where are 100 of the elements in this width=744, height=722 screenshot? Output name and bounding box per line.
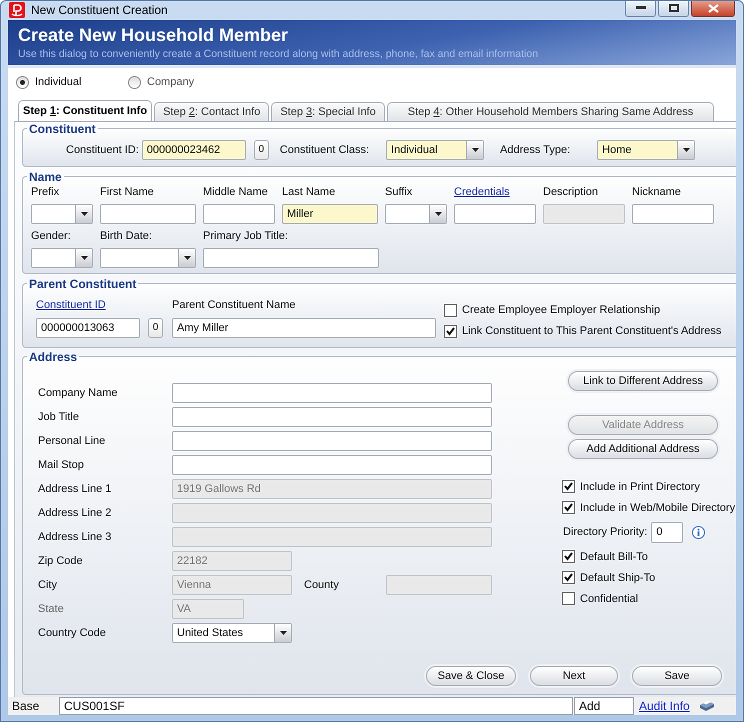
action-button[interactable]: Add Additional Address	[568, 438, 718, 458]
field-link[interactable]: Constituent ID	[36, 298, 140, 310]
field-label: Address Type:	[500, 144, 570, 156]
field-label: Nickname	[632, 186, 682, 198]
field-label: Job Title	[38, 411, 80, 423]
checkbox[interactable]	[562, 550, 575, 563]
checkbox[interactable]	[444, 324, 457, 338]
field-label: Parent Constituent Name	[172, 298, 297, 310]
input-field[interactable]	[100, 204, 196, 224]
checkbox-label: Default Ship-To	[580, 572, 656, 584]
checkbox[interactable]	[562, 501, 575, 514]
field-label: Primary Job Title:	[203, 230, 289, 242]
window-title: New Constituent Creation	[31, 3, 168, 18]
minimize-button[interactable]	[625, 1, 656, 18]
status-mode: Base	[12, 698, 40, 713]
field-label: Address Line 2	[38, 507, 112, 519]
dialog-button[interactable]: Next	[530, 666, 618, 686]
maximize-button[interactable]	[658, 1, 689, 18]
tab[interactable]: Step 1: Constituent Info	[18, 100, 152, 120]
dropdown[interactable]	[100, 248, 196, 268]
caret-icon	[80, 256, 88, 260]
action-button[interactable]: Link to Different Address	[568, 370, 718, 390]
field-label: Birth Date:	[100, 230, 153, 242]
checkbox-label: Create Employee Employer Relationship	[462, 304, 660, 316]
field-label: Prefix	[31, 186, 60, 198]
close-icon	[708, 4, 718, 13]
dropdown[interactable]: United States	[172, 623, 292, 643]
checkbox-label: Confidential	[580, 592, 638, 604]
minimize-icon	[636, 6, 646, 10]
dialog-button[interactable]: Save	[632, 666, 722, 686]
input-field[interactable]	[632, 204, 714, 224]
checkbox-label: Link Constituent to This Parent Constituent's Address	[462, 325, 722, 337]
input-field[interactable]	[172, 383, 492, 403]
audit-info-link[interactable]: Audit Info	[639, 698, 690, 713]
field-label: Gender:	[31, 230, 72, 242]
input-field[interactable]	[172, 455, 492, 475]
input-field[interactable]	[172, 431, 492, 451]
input-field[interactable]: Miller	[282, 204, 378, 224]
checkbox-label: Include in Web/Mobile Directory	[580, 502, 736, 514]
close-button[interactable]	[691, 1, 735, 18]
group-title: Address	[28, 350, 78, 364]
constituent-id-field[interactable]: 000000013063	[36, 318, 140, 338]
radio-button[interactable]	[128, 76, 141, 88]
field-label: Address Line 1	[38, 483, 112, 495]
group-title: Parent Constituent	[28, 276, 138, 290]
tab[interactable]: Step 3: Special Info	[271, 102, 385, 120]
dialog-title: Create New Household Member	[18, 24, 290, 46]
dialog-subtitle: Use this dialog to conveniently create a Constituent record along with address, phone, fax and email information	[18, 48, 540, 60]
checkbox[interactable]	[562, 571, 575, 584]
caret-icon	[434, 212, 442, 216]
priority-field[interactable]: 0	[651, 522, 684, 542]
field-label: Last Name	[282, 186, 336, 198]
checkbox[interactable]	[562, 480, 575, 493]
field-label: Middle Name	[203, 186, 269, 198]
tab[interactable]: Step 2: Contact Info	[154, 102, 270, 120]
info-icon[interactable]	[692, 526, 706, 538]
field-label: Address Line 3	[38, 531, 112, 543]
constituent-id-field[interactable]: 000000023462	[142, 140, 246, 160]
input-field[interactable]	[454, 204, 536, 224]
radio-label: Individual	[35, 76, 82, 88]
field-label: First Name	[100, 186, 155, 198]
checkbox[interactable]	[562, 592, 575, 605]
group-title: Constituent	[28, 122, 97, 136]
counter-field: 0	[254, 140, 269, 160]
counter-field: 0	[148, 318, 163, 338]
maximize-icon	[668, 4, 678, 12]
field-label: Personal Line	[38, 435, 106, 447]
caret-icon	[280, 631, 286, 635]
checkbox-label: Default Bill-To	[580, 550, 648, 562]
address-type-dropdown[interactable]: Home	[597, 140, 696, 160]
field-label: Mail Stop	[38, 459, 85, 471]
constituent-class-dropdown[interactable]: Individual	[386, 140, 484, 160]
parent-name-field[interactable]: Amy Miller	[172, 318, 436, 338]
dropdown[interactable]	[31, 204, 93, 224]
radio-button[interactable]	[16, 76, 29, 88]
field-label: Company Name	[38, 387, 118, 399]
field-label: County	[304, 579, 340, 591]
field-link[interactable]: Credentials	[454, 186, 536, 198]
field-label: Zip Code	[38, 555, 84, 567]
field-label: State	[38, 603, 65, 615]
field-label: Constituent ID:	[66, 144, 139, 156]
caret-icon	[184, 256, 190, 260]
app-logo-icon	[9, 2, 25, 18]
field-label: Directory Priority:	[563, 526, 648, 538]
tab[interactable]: Step 4: Other Household Members Sharing Same Address	[386, 102, 714, 120]
checkbox[interactable]	[444, 304, 457, 316]
checkbox-label: Include in Print Directory	[580, 480, 700, 492]
caret-icon	[472, 148, 479, 152]
dropdown[interactable]	[31, 248, 93, 268]
input-field[interactable]	[172, 407, 492, 427]
field-label: Country Code	[38, 627, 107, 639]
input-field[interactable]	[203, 248, 379, 268]
input-field[interactable]	[203, 204, 275, 224]
caret-icon	[682, 148, 690, 152]
field-label: City	[38, 579, 58, 591]
dialog-button[interactable]: Save & Close	[426, 666, 516, 686]
field-label: Suffix	[385, 186, 414, 198]
dropdown[interactable]	[385, 204, 447, 224]
field-label: Description	[543, 186, 600, 198]
status-action-field: Add	[574, 696, 634, 715]
